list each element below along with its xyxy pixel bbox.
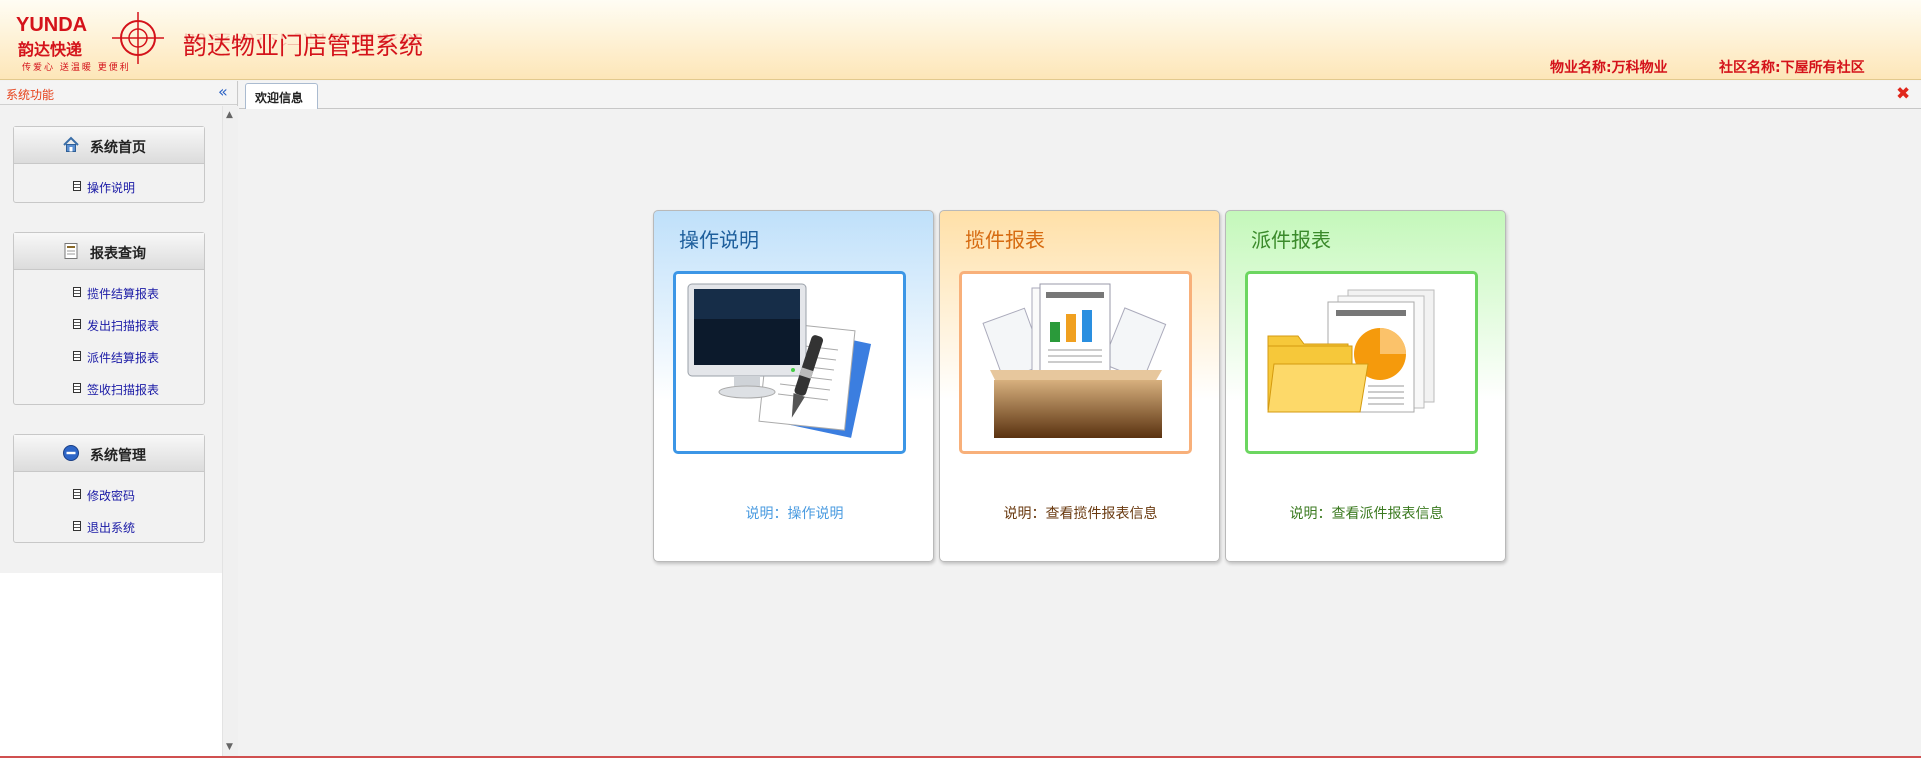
property-name: 物业名称:万科物业 (1550, 60, 1668, 76)
panel-header-reports[interactable]: 报表查询 (14, 233, 204, 270)
sidebar-blank-area (0, 573, 222, 758)
scroll-down-icon[interactable]: ▼ (226, 742, 233, 752)
report-icon (64, 243, 78, 259)
collapse-sidebar-icon[interactable]: « (218, 82, 228, 101)
panel-title: 系统首页 (90, 140, 146, 156)
tab-bar: 欢迎信息 ✖ (239, 81, 1921, 109)
menu-item-label: 签收扫描报表 (87, 383, 160, 397)
menu-item-operation-guide[interactable]: 操作说明 (14, 170, 204, 202)
card-title: 揽件报表 (965, 228, 1045, 252)
card-description: 说明：操作说明 (745, 506, 844, 522)
panel-system-management: 系统管理 修改密码 退出系统 (13, 434, 205, 543)
panel-title: 报表查询 (90, 246, 146, 262)
sidebar-scrollbar[interactable]: ▲ ▼ (222, 106, 238, 758)
document-icon (73, 489, 81, 499)
home-icon (63, 136, 79, 152)
menu-item-label: 退出系统 (87, 521, 136, 535)
card-image-frame (1245, 271, 1478, 454)
card-title: 派件报表 (1251, 228, 1331, 252)
document-icon (73, 181, 81, 191)
sidebar-menu: 系统首页 操作说明 报表查询 揽件结算报表 发出扫描报表 派件结算报表 签收扫描… (0, 106, 222, 573)
yunda-logo: YUNDA 韵达快递 传爱心 送温暖 更便利 (14, 12, 164, 74)
app-header: YUNDA 韵达快递 传爱心 送温暖 更便利 韵达物业门店管理系统 韵达物业门店… (0, 0, 1921, 80)
document-icon (73, 319, 81, 329)
computer-document-icon (687, 283, 872, 438)
menu-item-logout[interactable]: 退出系统 (14, 510, 204, 542)
scroll-up-icon[interactable]: ▲ (226, 110, 233, 120)
card-delivery-report[interactable]: 派件报表 说明：查看派件报表信息 (1225, 210, 1506, 562)
card-image-frame (959, 271, 1192, 454)
sidebar-title: 系统功能 (6, 88, 55, 102)
menu-item-dispatch-scan-report[interactable]: 发出扫描报表 (14, 308, 204, 340)
sidebar: 系统功能 « 系统首页 操作说明 报表查询 揽件结算报表 发出扫描报表 派件结算… (0, 81, 238, 758)
document-icon (73, 521, 81, 531)
panel-home: 系统首页 操作说明 (13, 126, 205, 203)
community-name: 社区名称:下屋所有社区 (1719, 60, 1865, 76)
document-icon (73, 351, 81, 361)
document-icon (73, 383, 81, 393)
tab-welcome[interactable]: 欢迎信息 (245, 83, 318, 109)
tab-label: 欢迎信息 (255, 91, 304, 105)
document-icon (73, 287, 81, 297)
menu-item-label: 派件结算报表 (87, 351, 160, 365)
panel-title: 系统管理 (90, 448, 146, 464)
logo-chinese-name: 韵达快递 (18, 40, 83, 59)
crosshair-logo-icon (112, 12, 164, 64)
panel-header-system-management[interactable]: 系统管理 (14, 435, 204, 472)
menu-item-label: 揽件结算报表 (87, 287, 160, 301)
close-icon[interactable]: ✖ (1896, 84, 1910, 104)
card-pickup-report[interactable]: 揽件报表 说明：查看揽件报表信息 (939, 210, 1220, 562)
menu-item-label: 修改密码 (87, 489, 136, 503)
panel-reports: 报表查询 揽件结算报表 发出扫描报表 派件结算报表 签收扫描报表 (13, 232, 205, 405)
card-title: 操作说明 (679, 228, 759, 252)
report-box-icon (982, 283, 1167, 438)
card-image-frame (673, 271, 906, 454)
panel-header-home[interactable]: 系统首页 (14, 127, 204, 164)
menu-item-pickup-settlement-report[interactable]: 揽件结算报表 (14, 276, 204, 308)
menu-item-label: 操作说明 (87, 181, 136, 195)
system-title-reflection: 韵达物业门店管理系统 (183, 31, 423, 47)
folder-chart-icon (1267, 289, 1435, 413)
card-description: 说明：查看揽件报表信息 (1003, 506, 1158, 522)
sidebar-header: 系统功能 « (0, 81, 237, 105)
menu-item-delivery-settlement-report[interactable]: 派件结算报表 (14, 340, 204, 372)
card-operation-guide[interactable]: 操作说明 说明：操作说明 (653, 210, 934, 562)
logo-wordmark: YUNDA (16, 14, 88, 36)
menu-item-signoff-scan-report[interactable]: 签收扫描报表 (14, 372, 204, 404)
manage-icon (63, 445, 79, 461)
card-description: 说明：查看派件报表信息 (1289, 506, 1444, 522)
menu-item-label: 发出扫描报表 (87, 319, 160, 333)
menu-item-change-password[interactable]: 修改密码 (14, 478, 204, 510)
